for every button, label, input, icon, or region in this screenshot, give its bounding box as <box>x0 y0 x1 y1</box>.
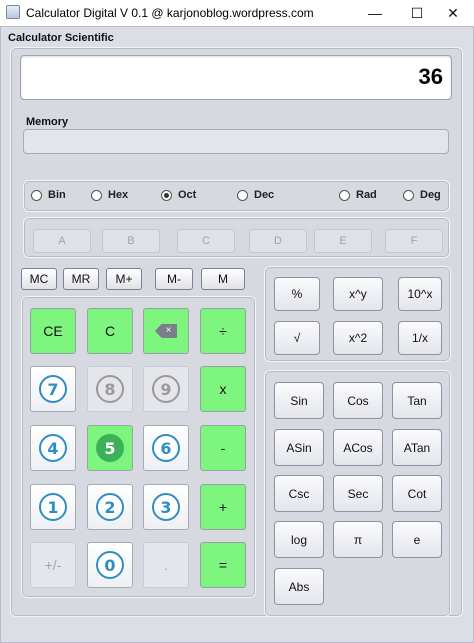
hex-key-a[interactable]: A <box>33 229 91 253</box>
log-button[interactable]: log <box>274 521 324 558</box>
m-button[interactable]: M <box>201 268 245 290</box>
display-value: 36 <box>418 64 443 89</box>
digit-2-button[interactable]: 2 <box>87 484 133 530</box>
divide-button[interactable]: ÷ <box>200 308 246 354</box>
mr-button[interactable]: MR <box>63 268 99 290</box>
mc-button[interactable]: MC <box>21 268 57 290</box>
backspace-button[interactable]: × <box>143 308 189 354</box>
asin-button[interactable]: ASin <box>274 429 324 466</box>
radio-oct-label: Oct <box>178 189 197 201</box>
digit-4-button[interactable]: 4 <box>30 425 76 471</box>
radio-circle[interactable] <box>31 189 42 201</box>
digit-3-button[interactable]: 3 <box>143 484 189 530</box>
digit-9-button[interactable]: 9 <box>143 366 189 412</box>
hex-key-e[interactable]: E <box>314 229 372 253</box>
digit-7-button[interactable]: 7 <box>30 366 76 412</box>
digit-4-label: 4 <box>39 434 67 462</box>
radio-circle-selected[interactable] <box>161 189 172 201</box>
x-squared-button[interactable]: x^2 <box>333 321 383 355</box>
digit-5-button[interactable]: 5 <box>87 425 133 471</box>
window-title: Calculator Digital V 0.1 @ karjonoblog.w… <box>26 6 314 20</box>
abs-button[interactable]: Abs <box>274 568 324 605</box>
cot-button[interactable]: Cot <box>392 475 442 512</box>
minus-button[interactable]: - <box>200 425 246 471</box>
digit-6-button[interactable]: 6 <box>143 425 189 471</box>
digit-0-button[interactable]: 0 <box>87 542 133 588</box>
radio-deg-label: Deg <box>420 189 441 201</box>
equals-button[interactable]: = <box>200 542 246 588</box>
ce-button[interactable]: CE <box>30 308 76 354</box>
pi-button[interactable]: π <box>333 521 383 558</box>
backspace-icon: × <box>155 324 177 338</box>
e-button[interactable]: e <box>392 521 442 558</box>
minimize-button[interactable]: — <box>352 0 398 26</box>
java-app-icon <box>6 5 20 19</box>
plus-button[interactable]: + <box>200 484 246 530</box>
decimal-button[interactable]: . <box>143 542 189 588</box>
radio-rad[interactable]: Rad <box>339 189 377 201</box>
atan-button[interactable]: ATan <box>392 429 442 466</box>
close-button[interactable]: ✕ <box>430 0 474 26</box>
radio-circle[interactable] <box>237 189 248 201</box>
hex-key-panel: A B C D E F <box>23 217 450 258</box>
radio-bin-label: Bin <box>48 189 66 201</box>
radio-circle[interactable] <box>339 189 350 201</box>
memory-label: Memory <box>26 116 69 128</box>
radio-rad-label: Rad <box>356 189 377 201</box>
hex-key-d[interactable]: D <box>249 229 307 253</box>
sqrt-button[interactable]: √ <box>274 321 320 355</box>
radio-bin[interactable]: Bin <box>31 189 66 201</box>
display: 36 <box>20 55 452 100</box>
radio-hex-label: Hex <box>108 189 129 201</box>
hex-key-c[interactable]: C <box>177 229 235 253</box>
radio-dec[interactable]: Dec <box>237 189 274 201</box>
sin-button[interactable]: Sin <box>274 382 324 419</box>
sec-button[interactable]: Sec <box>333 475 383 512</box>
c-button[interactable]: C <box>87 308 133 354</box>
backspace-glyph: × <box>165 325 172 336</box>
digit-0-label: 0 <box>96 551 124 579</box>
title-bar: Calculator Digital V 0.1 @ karjonoblog.w… <box>0 0 474 26</box>
section-title: Calculator Scientific <box>8 32 114 44</box>
digit-7-label: 7 <box>39 375 67 403</box>
digit-8-label: 8 <box>96 375 124 403</box>
percent-button[interactable]: % <box>274 277 320 311</box>
radio-oct[interactable]: Oct <box>161 189 196 201</box>
digit-5-label: 5 <box>96 434 124 462</box>
hex-key-f[interactable]: F <box>385 229 443 253</box>
reciprocal-button[interactable]: 1/x <box>398 321 442 355</box>
digit-2-label: 2 <box>96 493 124 521</box>
digit-1-label: 1 <box>39 493 67 521</box>
multiply-button[interactable]: x <box>200 366 246 412</box>
radio-circle[interactable] <box>403 189 414 201</box>
m-minus-button[interactable]: M- <box>155 268 193 290</box>
tan-button[interactable]: Tan <box>392 382 442 419</box>
acos-button[interactable]: ACos <box>333 429 383 466</box>
radio-dec-label: Dec <box>254 189 275 201</box>
radio-deg[interactable]: Deg <box>403 189 441 201</box>
radio-circle[interactable] <box>91 189 102 201</box>
csc-button[interactable]: Csc <box>274 475 324 512</box>
radio-hex[interactable]: Hex <box>91 189 128 201</box>
memory-field <box>23 129 449 154</box>
digit-6-label: 6 <box>152 434 180 462</box>
m-plus-button[interactable]: M+ <box>106 268 142 290</box>
cos-button[interactable]: Cos <box>333 382 383 419</box>
digit-8-button[interactable]: 8 <box>87 366 133 412</box>
hex-key-b[interactable]: B <box>102 229 160 253</box>
x-pow-y-button[interactable]: x^y <box>333 277 383 311</box>
mode-radio-group: Bin Hex Oct Dec Rad Deg <box>23 180 450 212</box>
digit-9-label: 9 <box>152 375 180 403</box>
digit-1-button[interactable]: 1 <box>30 484 76 530</box>
ten-pow-x-button[interactable]: 10^x <box>398 277 442 311</box>
plus-minus-button[interactable]: +/- <box>30 542 76 588</box>
digit-3-label: 3 <box>152 493 180 521</box>
